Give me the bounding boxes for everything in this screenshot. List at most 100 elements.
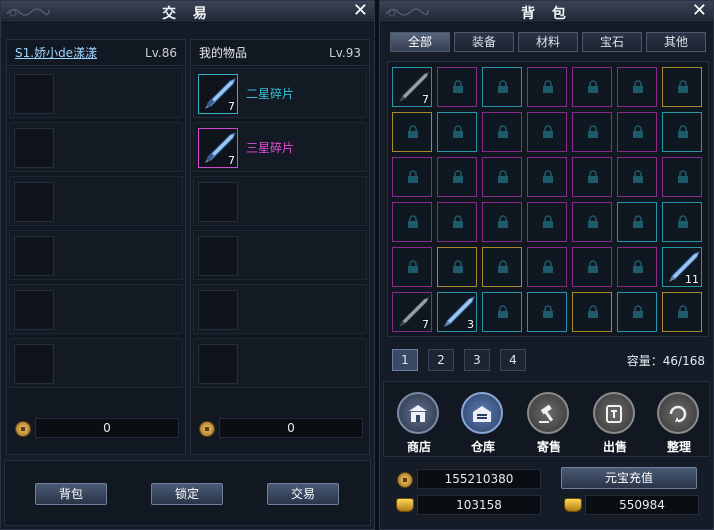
inventory-slot[interactable] (437, 67, 477, 107)
inventory-slot[interactable] (392, 157, 432, 197)
inventory-slot[interactable] (482, 112, 522, 152)
inventory-slot[interactable] (527, 247, 567, 287)
lock-button[interactable]: 锁定 (151, 483, 223, 505)
lock-icon (543, 170, 553, 183)
inventory-slot[interactable] (482, 202, 522, 242)
inventory-slot[interactable] (527, 67, 567, 107)
item-slot[interactable] (14, 182, 54, 222)
item-slot[interactable] (198, 344, 238, 384)
page-3-button[interactable]: 3 (464, 349, 490, 371)
item-slot[interactable]: 7 (198, 128, 238, 168)
trade-button[interactable]: 交易 (267, 483, 339, 505)
item-slot[interactable] (198, 182, 238, 222)
inventory-slot[interactable]: 11 (662, 247, 702, 287)
inventory-slot[interactable] (482, 247, 522, 287)
trade-item-row[interactable]: 7 三星碎片 (193, 122, 367, 172)
page-1-button[interactable]: 1 (392, 349, 418, 371)
trade-slot-row (9, 176, 183, 226)
inventory-slot[interactable] (662, 157, 702, 197)
trade-item-row[interactable]: 7 二星碎片 (193, 68, 367, 118)
item-slot[interactable] (198, 290, 238, 330)
inventory-slot[interactable] (617, 112, 657, 152)
inventory-slot[interactable] (527, 112, 567, 152)
inventory-slot[interactable] (482, 292, 522, 332)
lock-icon (678, 125, 688, 138)
recharge-button[interactable]: 元宝充值 (561, 467, 697, 489)
inventory-slot[interactable] (617, 157, 657, 197)
shop-button[interactable]: 商店 (396, 392, 442, 454)
lock-icon (498, 305, 508, 318)
close-icon[interactable]: ✕ (353, 1, 368, 21)
inventory-slot[interactable] (482, 157, 522, 197)
close-icon[interactable]: ✕ (692, 1, 707, 21)
tab-equipment[interactable]: 装备 (454, 32, 514, 52)
my-money-input[interactable]: 0 (219, 418, 363, 438)
inventory-slot[interactable] (617, 292, 657, 332)
inventory-slot[interactable] (527, 292, 567, 332)
item-slot[interactable] (14, 74, 54, 114)
trade-titlebar[interactable]: 交 易 ✕ (1, 1, 374, 23)
sell-button[interactable]: 出售 (592, 392, 638, 454)
inventory-slot[interactable] (437, 202, 477, 242)
item-slot[interactable] (14, 344, 54, 384)
warehouse-button[interactable]: 仓库 (460, 392, 506, 454)
lock-icon (678, 80, 688, 93)
inventory-slot[interactable] (662, 292, 702, 332)
page-2-button[interactable]: 2 (428, 349, 454, 371)
tab-other[interactable]: 其他 (646, 32, 706, 52)
lock-icon (543, 215, 553, 228)
item-slot[interactable] (14, 128, 54, 168)
inventory-slot[interactable]: 7 (392, 292, 432, 332)
warehouse-label: 仓库 (470, 440, 495, 454)
inventory-slot[interactable] (572, 112, 612, 152)
inventory-slot[interactable] (617, 67, 657, 107)
inventory-slot[interactable] (617, 202, 657, 242)
trade-slot-row (9, 68, 183, 118)
page-4-button[interactable]: 4 (500, 349, 526, 371)
inventory-slot[interactable] (392, 112, 432, 152)
tab-materials[interactable]: 材料 (518, 32, 578, 52)
lock-icon (408, 125, 418, 138)
sort-label: 整理 (666, 440, 691, 454)
item-slot[interactable] (14, 290, 54, 330)
inventory-slot[interactable] (437, 247, 477, 287)
inventory-slot[interactable] (527, 202, 567, 242)
lock-icon (678, 305, 688, 318)
lock-icon (588, 170, 598, 183)
inventory-slot[interactable] (662, 202, 702, 242)
my-money: 0 (197, 418, 363, 440)
trade-slot-row (9, 230, 183, 280)
inventory-slot[interactable] (392, 202, 432, 242)
partner-name[interactable]: S1.娇小de漾漾 (15, 40, 97, 66)
inventory-slot[interactable] (662, 67, 702, 107)
inventory-slot[interactable] (572, 202, 612, 242)
inventory-slot[interactable] (572, 157, 612, 197)
inventory-slot[interactable]: 3 (437, 292, 477, 332)
inventory-slot[interactable] (617, 247, 657, 287)
item-slot[interactable]: 7 (198, 74, 238, 114)
consign-button[interactable]: 寄售 (526, 392, 572, 454)
inventory-slot[interactable] (572, 247, 612, 287)
bag-button[interactable]: 背包 (35, 483, 107, 505)
inventory-slot[interactable] (392, 247, 432, 287)
lock-icon (453, 125, 463, 138)
trade-slot-row (193, 338, 367, 388)
tab-all[interactable]: 全部 (390, 32, 450, 52)
inventory-slot[interactable]: 7 (392, 67, 432, 107)
lock-icon (588, 80, 598, 93)
sort-button[interactable]: 整理 (656, 392, 702, 454)
inventory-slot[interactable] (482, 67, 522, 107)
lock-icon (498, 260, 508, 273)
tab-gems[interactable]: 宝石 (582, 32, 642, 52)
item-slot[interactable] (14, 236, 54, 276)
bag-titlebar[interactable]: 背 包 ✕ (380, 1, 713, 23)
inventory-slot[interactable] (437, 112, 477, 152)
inventory-slot[interactable] (572, 67, 612, 107)
inventory-slot[interactable] (662, 112, 702, 152)
inventory-slot[interactable] (527, 157, 567, 197)
inventory-slot[interactable] (437, 157, 477, 197)
inventory-slot[interactable] (572, 292, 612, 332)
item-slot[interactable] (198, 236, 238, 276)
my-items-label: 我的物品 (199, 46, 248, 60)
trade-slot-row (193, 284, 367, 334)
